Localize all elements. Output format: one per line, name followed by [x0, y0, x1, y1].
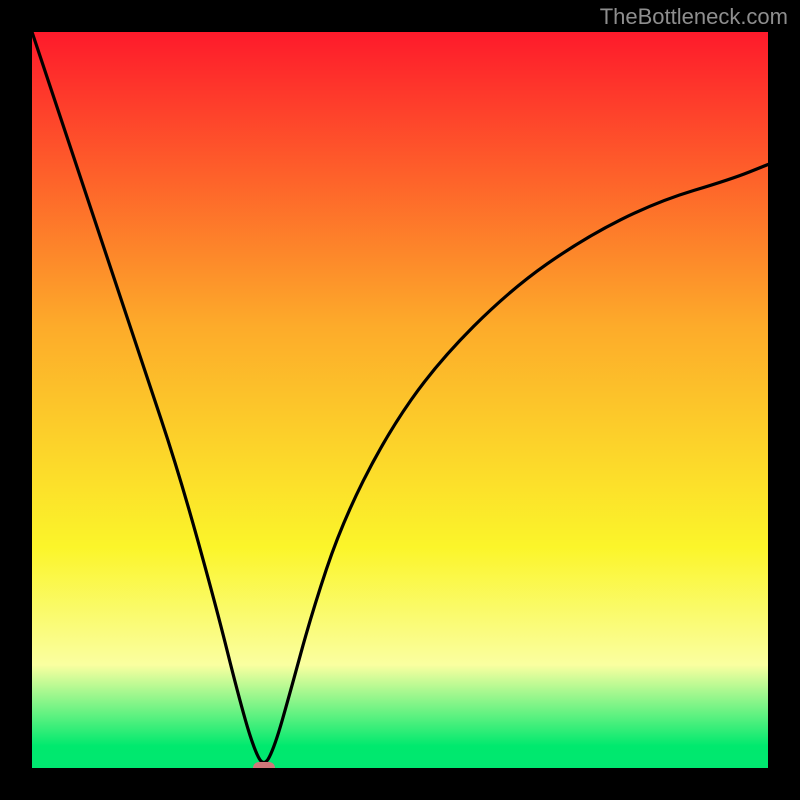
attribution-text: TheBottleneck.com	[600, 4, 788, 30]
optimal-point-marker	[253, 762, 275, 768]
plot-area	[32, 32, 768, 768]
chart-stage: TheBottleneck.com	[0, 0, 800, 800]
bottleneck-curve	[32, 32, 768, 768]
